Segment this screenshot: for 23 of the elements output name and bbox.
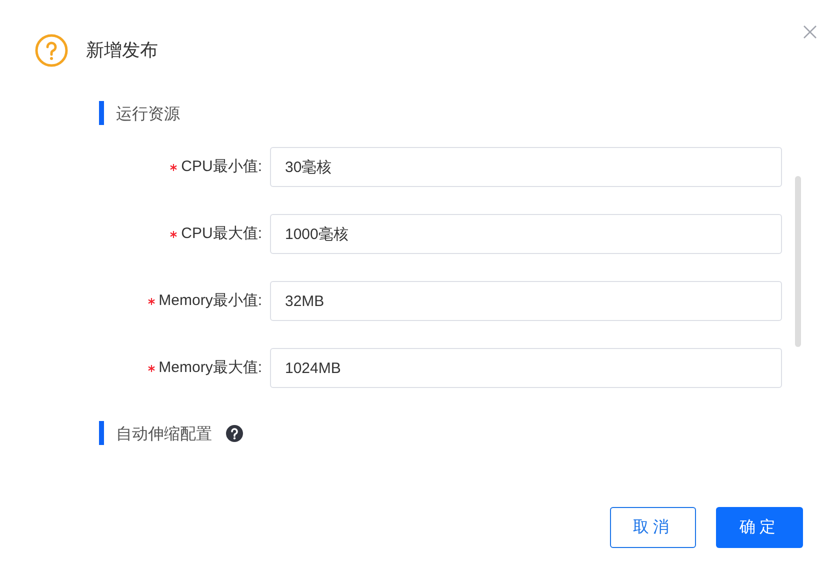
section-title: 运行资源 xyxy=(116,105,180,125)
section-marker xyxy=(99,101,104,125)
scrollbar-thumb[interactable] xyxy=(795,176,801,347)
required-icon xyxy=(170,164,178,170)
help-icon[interactable] xyxy=(226,424,243,442)
input-field[interactable]: 30毫核 xyxy=(270,147,782,187)
input-field[interactable]: 32MB xyxy=(270,281,782,321)
field-label: Memory最大值: xyxy=(158,358,262,378)
cancel-button[interactable]: 取消 xyxy=(610,507,696,548)
input-field[interactable]: 1024MB xyxy=(270,348,782,388)
field-label: CPU最小值: xyxy=(181,156,262,177)
field-label: CPU最大值: xyxy=(181,224,262,244)
required-icon xyxy=(148,364,155,372)
section-title: 自动伸缩配置 xyxy=(116,424,212,445)
section-marker xyxy=(99,421,104,445)
close-button[interactable] xyxy=(802,24,818,40)
question-icon xyxy=(35,34,68,67)
required-icon xyxy=(170,230,178,238)
dialog-title: 新增发布 xyxy=(86,39,158,62)
field-label: Memory最小值: xyxy=(158,290,262,311)
required-icon xyxy=(148,298,155,304)
input-field[interactable]: 1000毫核 xyxy=(270,214,782,254)
confirm-button[interactable]: 确定 xyxy=(716,507,803,548)
